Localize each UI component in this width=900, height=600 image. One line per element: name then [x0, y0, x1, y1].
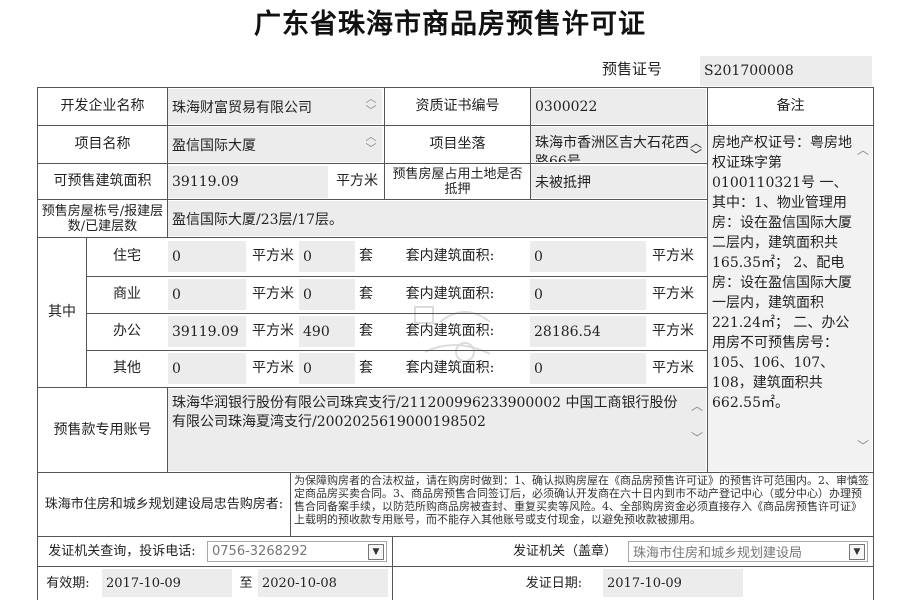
valid-to-field: 2020-10-08 [258, 569, 388, 597]
usage-inner-unit: 平方米 [652, 248, 694, 264]
issue-date-label: 发证日期: [525, 576, 583, 591]
account-scroll-down[interactable]: ﹀ [690, 432, 704, 444]
row-divider [86, 276, 707, 277]
watermark-logo [414, 306, 491, 362]
mortgage-field: 未被抵押 [531, 166, 706, 198]
page-title: 广东省珠海市商品房预售许可证 [254, 9, 646, 40]
usage-inner-unit: 平方米 [652, 323, 694, 339]
usage-count-field: 490 [299, 316, 355, 347]
chevron-down-icon[interactable]: ﹀ [364, 143, 378, 155]
project-name-label: 项目名称 [74, 136, 131, 152]
usage-suite-unit: 套 [359, 323, 373, 339]
usage-area-unit: 平方米 [252, 286, 294, 302]
chevron-down-icon[interactable]: ﹀ [857, 439, 869, 453]
chevron-down-icon[interactable]: ▼ [368, 544, 384, 560]
usage-inner-field: 0 [530, 279, 646, 310]
project-location-text: 珠海市香洲区吉大石花西路66号 [535, 135, 689, 162]
project-location-field: 珠海市香洲区吉大石花西路66号 [531, 127, 706, 162]
developer-scroll[interactable]: ︿ ﹀ [364, 93, 378, 117]
usage-inner-field: 0 [530, 241, 646, 272]
developer-label: 开发企业名称 [60, 98, 145, 114]
usage-inner-field: 28186.54 [530, 316, 646, 347]
usage-type-label: 商业 [113, 286, 141, 302]
usage-type-label: 住宅 [113, 248, 141, 264]
building-no-label: 预售房屋栋号/报建层数/已建层数 [41, 203, 164, 234]
mortgage-label: 预售房屋占用土地是否抵押 [392, 166, 523, 197]
usage-count-field: 0 [299, 279, 355, 310]
notice-text: 为保障购房者的合法权益，请在购房时做到：1、确认拟购房屋在《商品房预售许可证》的… [294, 474, 869, 526]
usage-area-field: 0 [168, 279, 246, 310]
usage-inner-field: 0 [530, 353, 646, 384]
phone-select[interactable]: 0756-3268292 ▼ [207, 541, 387, 562]
permit-label: 预售证号 [601, 59, 662, 78]
account-field: 珠海华润银行股份有限公司珠宾支行/211200996233900002 中国工商… [168, 389, 706, 471]
usage-area-field: 39119.09 [168, 316, 246, 347]
usage-suite-unit: 套 [359, 248, 373, 264]
project-location-label: 项目坐落 [429, 136, 486, 152]
usage-count-field: 0 [299, 353, 355, 384]
usage-suite-unit: 套 [359, 286, 373, 302]
presale-area-unit: 平方米 [336, 173, 378, 189]
usage-area-unit: 平方米 [252, 360, 294, 376]
presale-area-label: 可预售建筑面积 [53, 173, 152, 189]
bureau-notice-label: 珠海市住房和城乡规划建设局忠告购房者: [44, 497, 284, 512]
chevron-down-icon[interactable]: ﹀ [691, 431, 703, 445]
inquiry-label: 发证机关查询，投诉电话: [48, 544, 196, 559]
usage-inner-unit: 平方米 [652, 286, 694, 302]
valid-period-label: 有效期: [46, 576, 90, 591]
usage-inner-area-label: 套内建筑面积: [405, 248, 495, 264]
account-label: 预售款专用账号 [53, 421, 152, 438]
presale-area-field: 39119.09 [168, 166, 328, 198]
usage-inner-unit: 平方米 [652, 360, 694, 376]
usage-area-unit: 平方米 [252, 248, 294, 264]
usage-type-label: 办公 [113, 323, 141, 339]
issuer-seal-label: 发证机关（盖章） [512, 544, 617, 559]
valid-from-field: 2017-10-09 [102, 569, 232, 597]
qual-no-field: 0300022 [531, 89, 706, 124]
of-which-label: 其中 [48, 304, 76, 320]
remark-label: 备注 [776, 98, 805, 114]
issuer-select[interactable]: 珠海市住房和城乡规划建设局 ▼ [628, 541, 868, 562]
remarks-field: 房地产权证号：粤房地权证珠字第0100110321号 一、其中：1、物业管理用房… [708, 127, 872, 471]
remarks-scroll-up[interactable]: ︿ [856, 144, 870, 156]
issue-date-field: 2017-10-09 [603, 569, 743, 597]
chevron-up-icon[interactable]: ︿ [857, 143, 869, 157]
chevron-up-icon[interactable]: ︿ [691, 399, 703, 413]
chevron-down-icon[interactable]: ▼ [849, 544, 865, 560]
usage-area-field: 0 [168, 353, 246, 384]
usage-area-field: 0 [168, 241, 246, 272]
project-name-scroll[interactable]: ︿ ﹀ [364, 131, 378, 155]
developer-field: 珠海财富贸易有限公司 [168, 89, 382, 124]
remarks-scroll-down[interactable]: ﹀ [856, 440, 870, 452]
usage-area-unit: 平方米 [252, 323, 294, 339]
chevron-down-icon[interactable]: ﹀ [689, 149, 703, 161]
permit-number-field: S201700008 [700, 56, 872, 86]
building-no-field: 盈信国际大厦/23层/17层。 [168, 201, 706, 236]
project-name-field: 盈信国际大厦 [168, 127, 382, 162]
usage-suite-unit: 套 [359, 360, 373, 376]
qual-no-label: 资质证书编号 [415, 98, 500, 114]
chevron-down-icon[interactable]: ﹀ [364, 105, 378, 117]
project-location-scroll[interactable]: ︿ ﹀ [689, 137, 703, 161]
account-scroll-up[interactable]: ︿ [690, 400, 704, 412]
usage-type-label: 其他 [113, 360, 141, 376]
issuer-value: 珠海市住房和城乡规划建设局 [633, 546, 803, 561]
usage-count-field: 0 [299, 241, 355, 272]
to-label: 至 [239, 576, 253, 591]
phone-value: 0756-3268292 [212, 544, 308, 559]
